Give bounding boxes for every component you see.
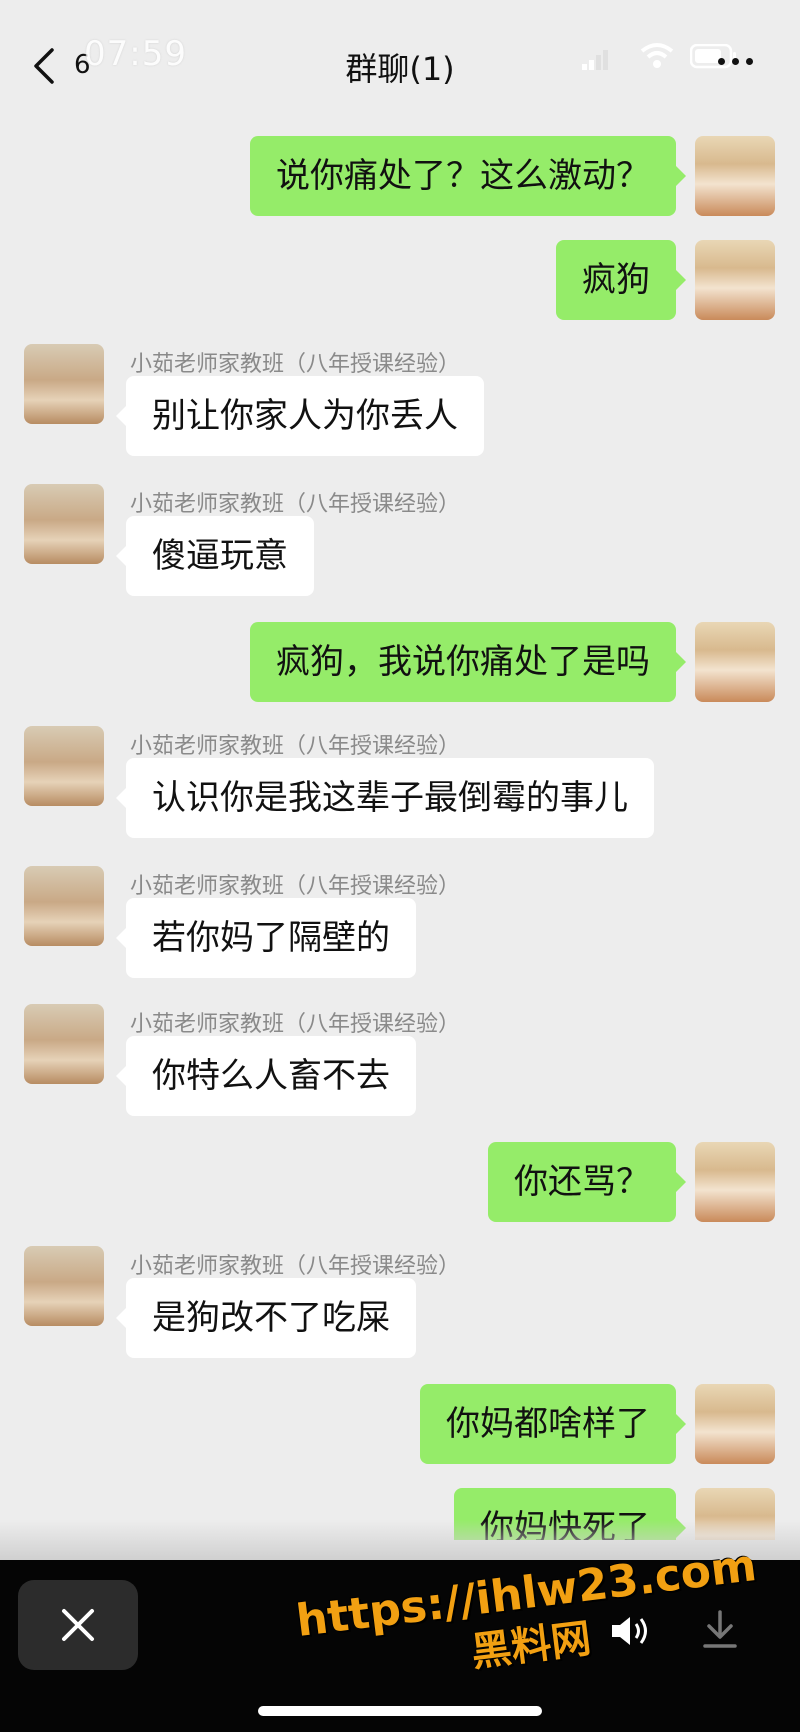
message-bubble[interactable]: 别让你家人为你丢人 — [116, 376, 484, 456]
message-bubble[interactable]: 是狗改不了吃屎 — [116, 1278, 416, 1358]
signal-icon — [582, 50, 608, 70]
avatar[interactable] — [695, 240, 775, 320]
message-row: 疯狗 — [0, 240, 800, 320]
page-title: 群聊(1) — [345, 50, 455, 88]
sender-name: 小茹老师家教班（八年授课经验） — [130, 874, 461, 899]
navigation-bar: 6 07:59 群聊(1) — [0, 0, 800, 130]
sender-name: 小茹老师家教班（八年授课经验） — [130, 734, 461, 759]
message-row: 小茹老师家教班（八年授课经验） 傻逼玩意 — [0, 484, 800, 600]
message-bubble[interactable]: 傻逼玩意 — [116, 516, 314, 596]
close-icon — [62, 1609, 94, 1641]
sender-name: 小茹老师家教班（八年授课经验） — [130, 1012, 461, 1037]
avatar[interactable] — [695, 622, 775, 702]
avatar[interactable] — [695, 136, 775, 216]
avatar[interactable] — [695, 1142, 775, 1222]
avatar[interactable] — [24, 344, 104, 424]
avatar[interactable] — [24, 1004, 104, 1084]
message-bubble[interactable]: 你还骂？ — [488, 1142, 686, 1222]
message-row: 你还骂？ — [0, 1142, 800, 1222]
message-bubble[interactable]: 疯狗 — [556, 240, 686, 320]
message-bubble[interactable]: 你妈都啥样了 — [420, 1384, 686, 1464]
avatar[interactable] — [695, 1384, 775, 1464]
sender-name: 小茹老师家教班（八年授课经验） — [130, 352, 461, 377]
message-row: 小茹老师家教班（八年授课经验） 你特么人畜不去 — [0, 1004, 800, 1120]
home-indicator — [258, 1706, 542, 1716]
message-row: 疯狗，我说你痛处了是吗 — [0, 622, 800, 702]
message-row: 小茹老师家教班（八年授课经验） 若你妈了隔壁的 — [0, 866, 800, 982]
avatar[interactable] — [24, 484, 104, 564]
message-bubble[interactable]: 说你痛处了？这么激动？ — [250, 136, 686, 216]
avatar[interactable] — [24, 726, 104, 806]
message-row: 你妈都啥样了 — [0, 1384, 800, 1464]
message-bubble[interactable]: 若你妈了隔壁的 — [116, 898, 416, 978]
sender-name: 小茹老师家教班（八年授课经验） — [130, 1254, 461, 1279]
message-row: 说你痛处了？这么激动？ — [0, 136, 800, 216]
message-bubble[interactable]: 认识你是我这辈子最倒霉的事儿 — [116, 758, 654, 838]
message-row: 小茹老师家教班（八年授课经验） 别让你家人为你丢人 — [0, 344, 800, 460]
message-bubble[interactable]: 你特么人畜不去 — [116, 1036, 416, 1116]
message-row: 小茹老师家教班（八年授课经验） 是狗改不了吃屎 — [0, 1246, 800, 1362]
message-bubble[interactable]: 疯狗，我说你痛处了是吗 — [250, 622, 686, 702]
message-row: 小茹老师家教班（八年授课经验） 认识你是我这辈子最倒霉的事儿 — [0, 726, 800, 842]
avatar[interactable] — [24, 1246, 104, 1326]
avatar[interactable] — [24, 866, 104, 946]
more-dots-icon[interactable] — [718, 50, 768, 70]
chat-area[interactable]: 说你痛处了？这么激动？ 疯狗 小茹老师家教班（八年授课经验） 别让你家人为你丢人… — [0, 0, 800, 1540]
wifi-icon — [640, 43, 674, 68]
sender-name: 小茹老师家教班（八年授课经验） — [130, 492, 461, 517]
close-button[interactable] — [18, 1580, 138, 1670]
